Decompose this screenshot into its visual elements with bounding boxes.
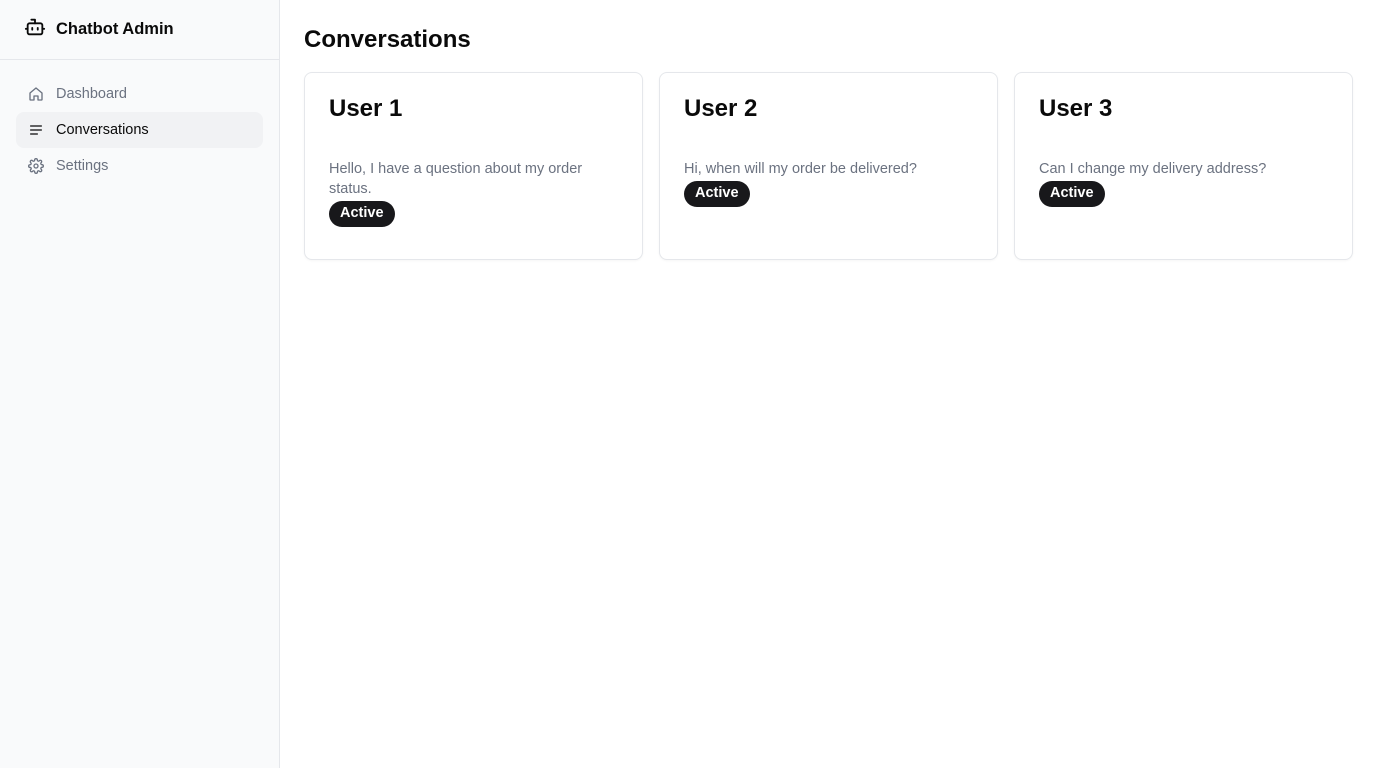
main-content: Conversations User 1 Hello, I have a que… (280, 0, 1376, 768)
sidebar-item-label: Dashboard (56, 86, 127, 102)
status-badge: Active (1039, 181, 1105, 207)
conversation-card[interactable]: User 3 Can I change my delivery address?… (1014, 72, 1353, 260)
page-title: Conversations (304, 26, 471, 53)
gear-icon (28, 158, 44, 174)
sidebar-item-label: Settings (56, 158, 109, 174)
sidebar-item-conversations[interactable]: Conversations (16, 112, 263, 148)
sidebar-nav: Dashboard Conversations Settings (0, 60, 279, 200)
conversation-message: Hi, when will my order be delivered? (684, 161, 917, 177)
app: Chatbot Admin Dashboard Conversations Se… (0, 0, 1376, 768)
conversation-cards: User 1 Hello, I have a question about my… (304, 72, 1353, 260)
conversation-user: User 1 (329, 95, 403, 122)
sidebar-item-label: Conversations (56, 122, 149, 138)
sidebar: Chatbot Admin Dashboard Conversations Se… (0, 0, 280, 768)
sidebar-item-dashboard[interactable]: Dashboard (16, 76, 263, 112)
status-badge: Active (684, 181, 750, 207)
brand-title: Chatbot Admin (56, 20, 174, 38)
conversation-card[interactable]: User 1 Hello, I have a question about my… (304, 72, 643, 260)
conversation-card[interactable]: User 2 Hi, when will my order be deliver… (659, 72, 998, 260)
conversation-user: User 2 (684, 95, 758, 122)
list-icon (28, 122, 44, 138)
bot-icon (24, 16, 46, 43)
sidebar-item-settings[interactable]: Settings (16, 148, 263, 184)
brand[interactable]: Chatbot Admin (0, 0, 279, 60)
home-icon (28, 86, 44, 102)
conversation-message: Hello, I have a question about my order … (329, 161, 583, 197)
conversation-user: User 3 (1039, 95, 1113, 122)
conversation-message: Can I change my delivery address? (1039, 161, 1267, 177)
status-badge: Active (329, 201, 395, 227)
